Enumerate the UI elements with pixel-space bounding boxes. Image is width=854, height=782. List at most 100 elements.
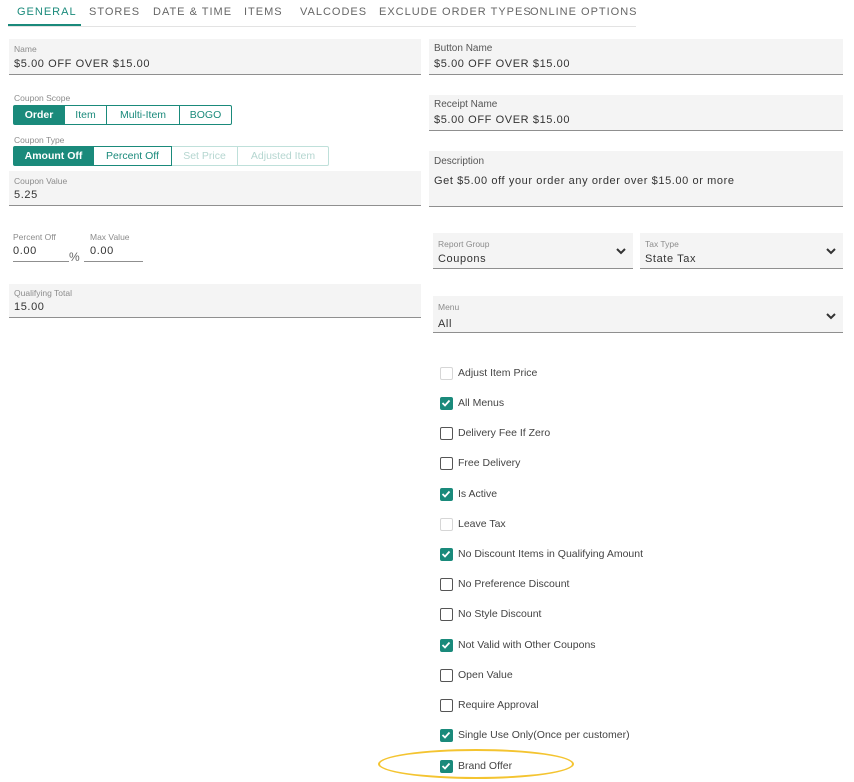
checkbox-unchecked-icon bbox=[440, 607, 453, 621]
chevron-down-icon bbox=[616, 248, 626, 255]
open-value-checkbox[interactable]: Open Value bbox=[440, 667, 513, 683]
checkbox-label: Leave Tax bbox=[458, 518, 506, 530]
tab-general[interactable]: GENERAL bbox=[17, 6, 77, 18]
qualifying-total-label: Qualifying Total bbox=[14, 288, 72, 298]
chevron-down-icon bbox=[826, 248, 836, 255]
scope-order-button[interactable]: Order bbox=[13, 105, 65, 125]
tab-online-options[interactable]: ONLINE OPTIONS bbox=[530, 6, 638, 18]
max-value-value[interactable]: 0.00 bbox=[90, 245, 114, 257]
button-name-value[interactable]: $5.00 OFF OVER $15.00 bbox=[434, 58, 570, 70]
chevron-down-icon bbox=[826, 313, 836, 320]
checkbox-label: Adjust Item Price bbox=[458, 367, 538, 379]
coupon-value-value[interactable]: 5.25 bbox=[14, 189, 38, 201]
coupon-scope-toggle: Order Item Multi-Item BOGO bbox=[13, 105, 232, 125]
report-group-value: Coupons bbox=[438, 253, 487, 265]
name-field[interactable]: Name $5.00 OFF OVER $15.00 bbox=[9, 39, 421, 75]
require-approval-checkbox[interactable]: Require Approval bbox=[440, 697, 539, 713]
checkbox-label: Require Approval bbox=[458, 699, 539, 711]
no-discount-items-checkbox[interactable]: No Discount Items in Qualifying Amount bbox=[440, 546, 643, 562]
checkbox-unchecked-icon bbox=[440, 456, 453, 470]
leave-tax-checkbox: Leave Tax bbox=[440, 516, 506, 532]
report-group-label: Report Group bbox=[438, 239, 490, 249]
name-label: Name bbox=[14, 44, 37, 54]
delivery-fee-if-zero-checkbox[interactable]: Delivery Fee If Zero bbox=[440, 425, 550, 441]
checkbox-label: No Preference Discount bbox=[458, 578, 570, 590]
checkbox-checked-icon bbox=[440, 728, 453, 742]
description-value[interactable]: Get $5.00 off your order any order over … bbox=[434, 175, 735, 187]
scope-multi-item-button[interactable]: Multi-Item bbox=[107, 105, 180, 125]
checkbox-label: Not Valid with Other Coupons bbox=[458, 639, 596, 651]
type-percent-off-button[interactable]: Percent Off bbox=[94, 146, 172, 166]
checkbox-label: Free Delivery bbox=[458, 457, 521, 469]
max-value-underline bbox=[84, 261, 143, 262]
percent-off-field[interactable]: Percent Off 0.00 bbox=[13, 232, 69, 264]
qualifying-total-field[interactable]: Qualifying Total 15.00 bbox=[9, 284, 421, 318]
menu-value: All bbox=[438, 318, 453, 330]
checkbox-unchecked-icon bbox=[440, 426, 453, 440]
no-preference-discount-checkbox[interactable]: No Preference Discount bbox=[440, 576, 569, 592]
percent-off-value[interactable]: 0.00 bbox=[13, 245, 37, 257]
checkbox-label: Open Value bbox=[458, 669, 513, 681]
tax-type-select[interactable]: Tax Type State Tax bbox=[640, 233, 843, 269]
checkbox-label: All Menus bbox=[458, 397, 505, 409]
no-style-discount-checkbox[interactable]: No Style Discount bbox=[440, 606, 541, 622]
scope-bogo-button[interactable]: BOGO bbox=[180, 105, 232, 125]
free-delivery-checkbox[interactable]: Free Delivery bbox=[440, 455, 520, 471]
coupon-type-toggle: Amount Off Percent Off Set Price Adjuste… bbox=[13, 146, 329, 166]
receipt-name-field[interactable]: Receipt Name $5.00 OFF OVER $15.00 bbox=[429, 95, 843, 131]
coupon-type-label: Coupon Type bbox=[14, 135, 65, 145]
single-use-only-checkbox[interactable]: Single Use Only(Once per customer) bbox=[440, 727, 630, 743]
checkbox-unchecked-icon bbox=[440, 366, 453, 380]
max-value-field[interactable]: Max Value 0.00 bbox=[84, 232, 143, 264]
tax-type-label: Tax Type bbox=[645, 239, 679, 249]
coupon-scope-label: Coupon Scope bbox=[14, 93, 71, 103]
scope-item-button[interactable]: Item bbox=[65, 105, 107, 125]
tab-date-time[interactable]: DATE & TIME bbox=[153, 6, 232, 18]
checkbox-label: Delivery Fee If Zero bbox=[458, 427, 551, 439]
menu-label: Menu bbox=[438, 302, 460, 312]
tax-type-value: State Tax bbox=[645, 253, 697, 265]
menu-select[interactable]: Menu All bbox=[433, 296, 843, 333]
name-value[interactable]: $5.00 OFF OVER $15.00 bbox=[14, 58, 150, 70]
qualifying-total-value[interactable]: 15.00 bbox=[14, 301, 45, 313]
tab-valcodes[interactable]: VALCODES bbox=[300, 6, 367, 18]
tab-exclude-order-types[interactable]: EXCLUDE ORDER TYPES bbox=[379, 6, 532, 18]
coupon-value-field[interactable]: Coupon Value 5.25 bbox=[9, 171, 421, 206]
button-name-label: Button Name bbox=[434, 43, 493, 54]
percent-symbol: % bbox=[69, 250, 80, 264]
adjust-item-price-checkbox: Adjust Item Price bbox=[440, 365, 537, 381]
checkbox-unchecked-icon bbox=[440, 668, 453, 682]
type-adjusted-item-button: Adjusted Item bbox=[238, 146, 329, 166]
description-label: Description bbox=[434, 156, 485, 167]
tab-stores[interactable]: STORES bbox=[89, 6, 140, 18]
checkbox-unchecked-icon bbox=[440, 577, 453, 591]
checkbox-label: Is Active bbox=[458, 488, 498, 500]
percent-off-underline bbox=[13, 261, 69, 262]
coupon-value-label: Coupon Value bbox=[14, 176, 68, 186]
receipt-name-label: Receipt Name bbox=[434, 99, 498, 110]
max-value-label: Max Value bbox=[90, 232, 130, 242]
type-amount-off-button[interactable]: Amount Off bbox=[13, 146, 94, 166]
checkbox-label: Single Use Only(Once per customer) bbox=[458, 729, 630, 741]
receipt-name-value[interactable]: $5.00 OFF OVER $15.00 bbox=[434, 114, 570, 126]
checkbox-label: No Discount Items in Qualifying Amount bbox=[458, 548, 644, 560]
percent-off-label: Percent Off bbox=[13, 232, 56, 242]
checkbox-checked-icon bbox=[440, 396, 453, 410]
tab-bar: GENERAL STORES DATE & TIME ITEMS VALCODE… bbox=[8, 0, 638, 27]
active-tab-indicator bbox=[8, 24, 81, 26]
checkbox-unchecked-icon bbox=[440, 698, 453, 712]
report-group-select[interactable]: Report Group Coupons bbox=[433, 233, 633, 269]
checkbox-label: No Style Discount bbox=[458, 608, 542, 620]
is-active-checkbox[interactable]: Is Active bbox=[440, 486, 497, 502]
description-field[interactable]: Description Get $5.00 off your order any… bbox=[429, 151, 843, 207]
checkbox-unchecked-icon bbox=[440, 517, 453, 531]
highlight-ellipse bbox=[378, 749, 574, 779]
checkbox-checked-icon bbox=[440, 638, 453, 652]
not-valid-with-other-coupons-checkbox[interactable]: Not Valid with Other Coupons bbox=[440, 637, 596, 653]
tab-items[interactable]: ITEMS bbox=[244, 6, 283, 18]
checkbox-checked-icon bbox=[440, 547, 453, 561]
checkbox-checked-icon bbox=[440, 487, 453, 501]
all-menus-checkbox[interactable]: All Menus bbox=[440, 395, 504, 411]
button-name-field[interactable]: Button Name $5.00 OFF OVER $15.00 bbox=[429, 39, 843, 75]
type-set-price-button: Set Price bbox=[172, 146, 238, 166]
